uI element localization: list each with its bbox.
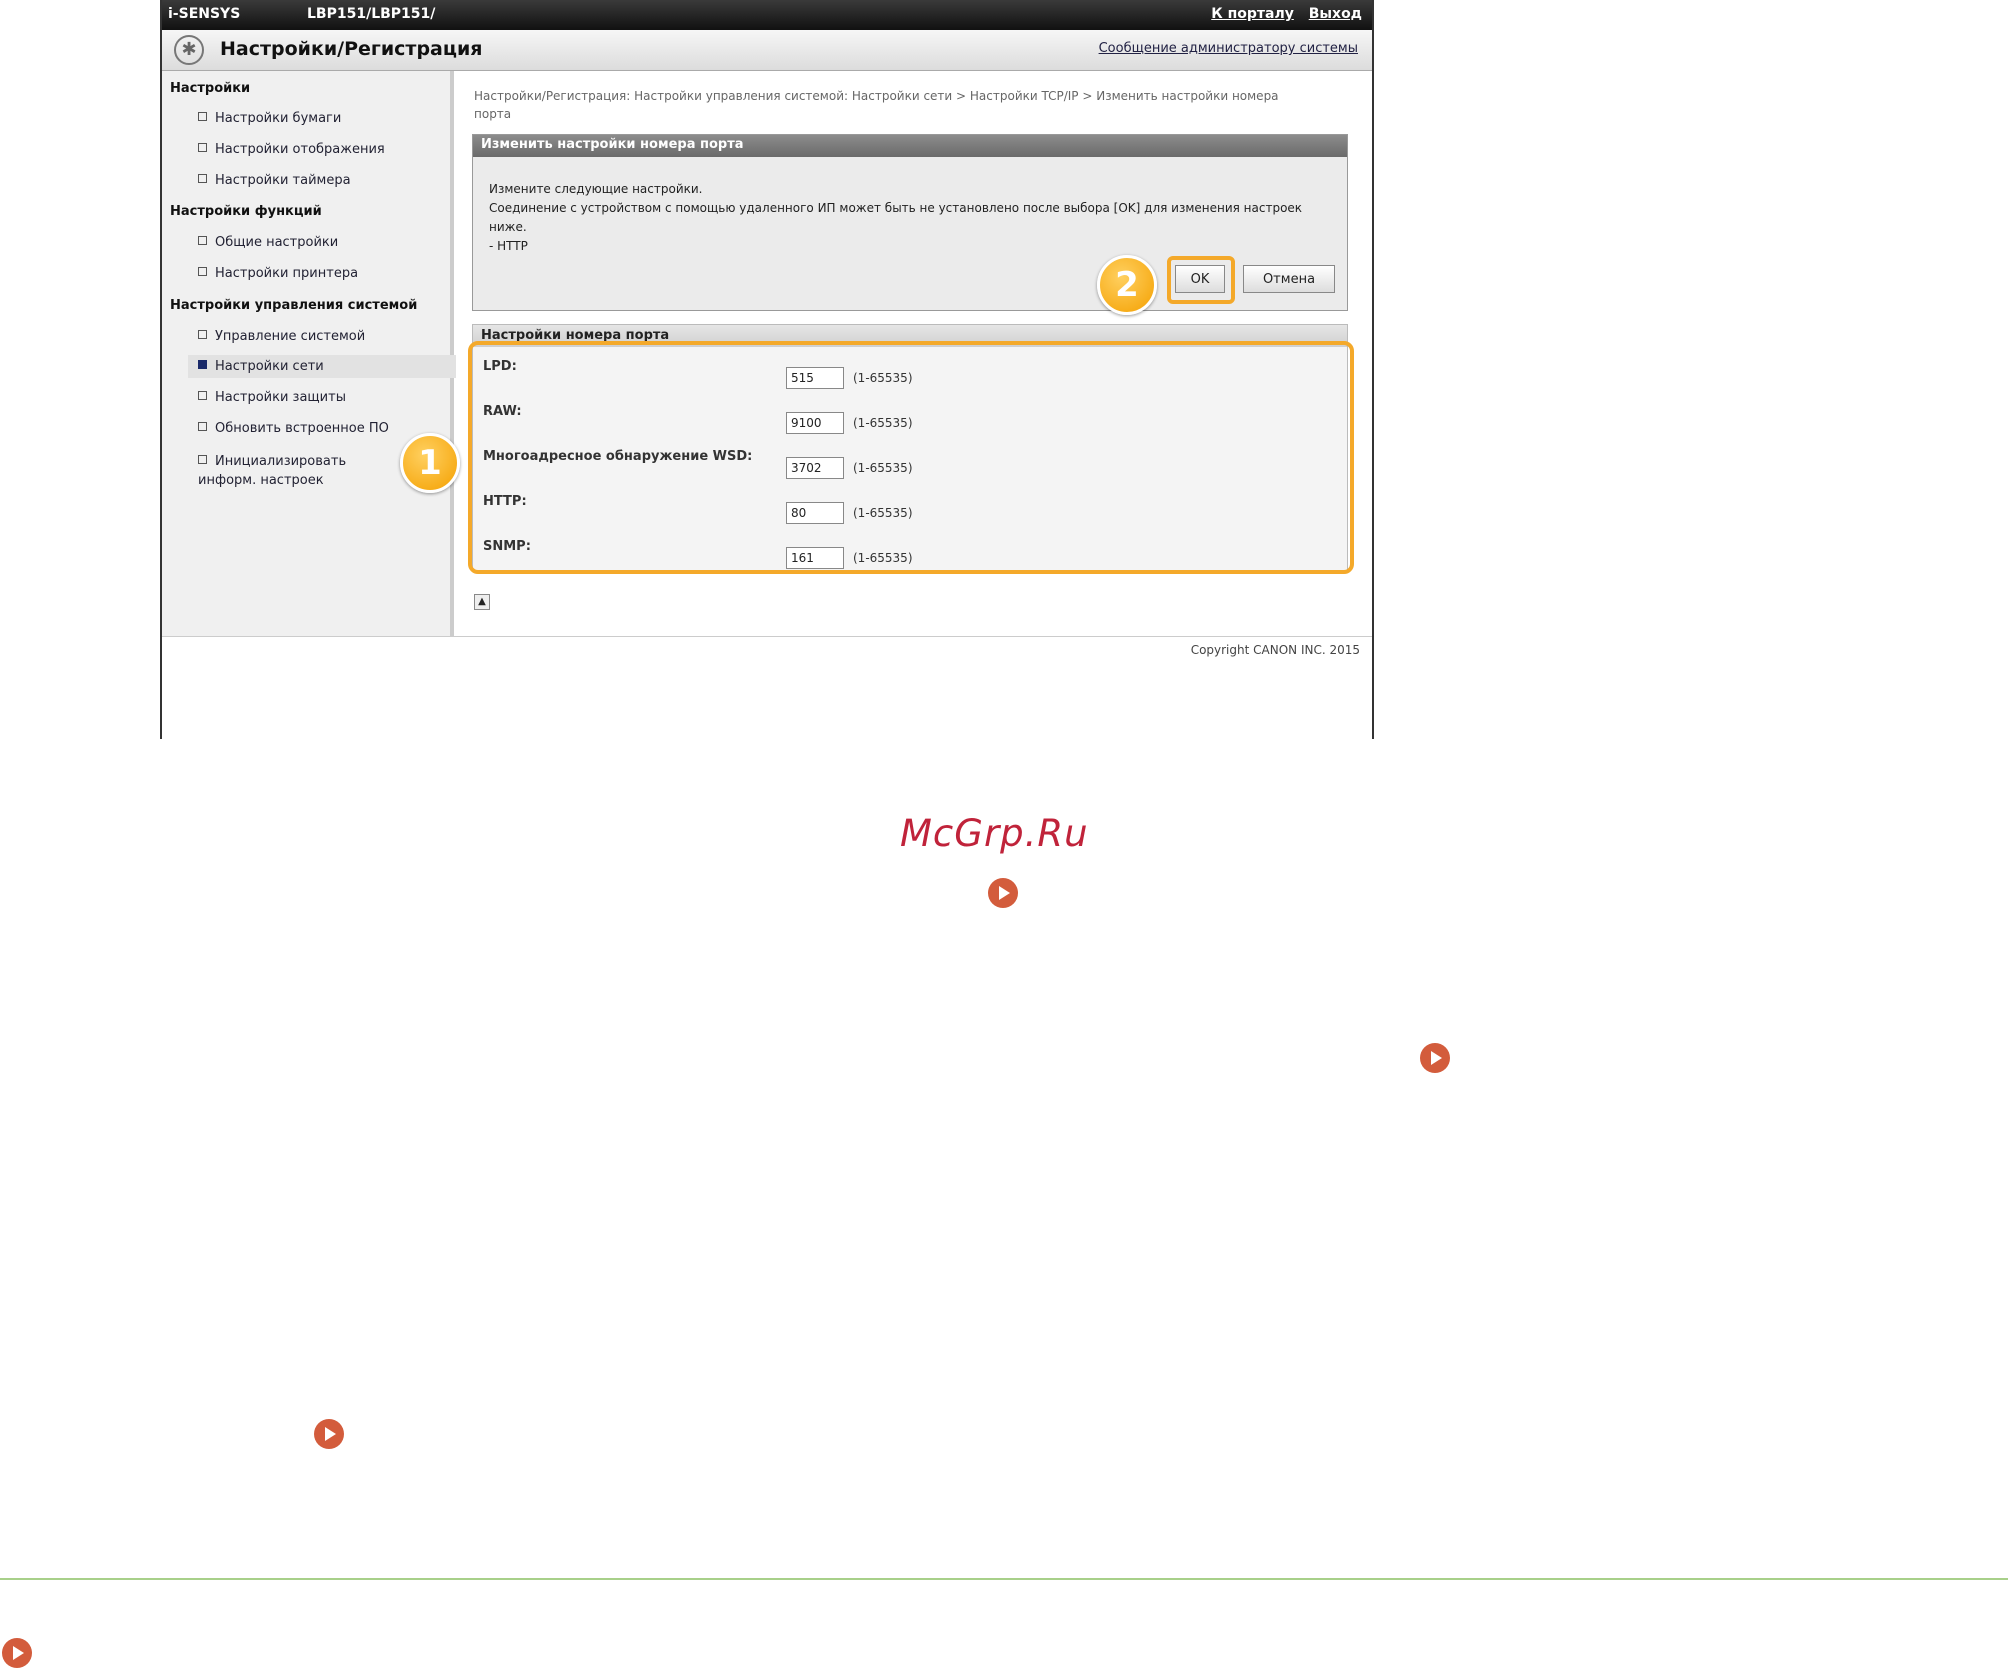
sidebar-item-security[interactable]: Настройки защиты xyxy=(198,390,346,405)
dialog-line-3: - HTTP xyxy=(489,239,528,253)
main-content: Настройки/Регистрация: Настройки управле… xyxy=(458,71,1372,636)
logout-link[interactable]: Выход xyxy=(1309,6,1362,22)
dialog-message: Измените следующие настройки. Соединение… xyxy=(489,180,1329,256)
bullet-icon xyxy=(198,455,207,464)
title-bar: ✱ Настройки/Регистрация Сообщение админи… xyxy=(162,30,1372,71)
bullet-icon xyxy=(198,143,207,152)
dialog-line-2: Соединение с устройством с помощью удале… xyxy=(489,201,1303,234)
sidebar-item-network[interactable]: Настройки сети xyxy=(188,355,456,378)
bullet-icon xyxy=(198,330,207,339)
change-port-dialog: Изменить настройки номера порта Измените… xyxy=(472,134,1348,311)
sidebar-item-general[interactable]: Общие настройки xyxy=(198,235,338,250)
bullet-icon xyxy=(198,360,207,369)
copyright: Copyright CANON INC. 2015 xyxy=(1190,643,1360,657)
play-arrow-icon[interactable] xyxy=(314,1419,344,1449)
sidebar-item-initialize[interactable]: Инициализировать информ. настроек xyxy=(198,452,398,490)
top-bar: i-SENSYS LBP151/LBP151/ К порталу Выход xyxy=(162,0,1372,30)
bullet-icon xyxy=(198,174,207,183)
bullet-icon xyxy=(198,236,207,245)
sidebar-section-system[interactable]: Настройки управления системой xyxy=(170,298,417,313)
sidebar-item-timer[interactable]: Настройки таймера xyxy=(198,173,351,188)
screenshot-frame: i-SENSYS LBP151/LBP151/ К порталу Выход … xyxy=(160,0,1374,739)
sidebar-item-firmware[interactable]: Обновить встроенное ПО xyxy=(198,421,389,436)
sidebar: Настройки Настройки бумаги Настройки ото… xyxy=(162,71,456,636)
breadcrumb: Настройки/Регистрация: Настройки управле… xyxy=(474,89,1279,121)
sidebar-section-settings[interactable]: Настройки xyxy=(170,81,250,96)
dialog-line-1: Измените следующие настройки. xyxy=(489,182,703,196)
play-arrow-icon[interactable] xyxy=(2,1638,32,1668)
top-links: К порталу Выход xyxy=(1201,6,1362,22)
gear-icon: ✱ xyxy=(174,35,204,65)
bullet-icon xyxy=(198,112,207,121)
sidebar-item-display[interactable]: Настройки отображения xyxy=(198,142,385,157)
sidebar-item-printer[interactable]: Настройки принтера xyxy=(198,266,358,281)
scroll-top-icon[interactable]: ▲ xyxy=(474,594,490,610)
play-arrow-icon[interactable] xyxy=(1420,1043,1450,1073)
sidebar-section-functions[interactable]: Настройки функций xyxy=(170,204,322,219)
page-divider xyxy=(0,1578,2008,1580)
ports-highlight-frame xyxy=(468,341,1354,574)
bullet-icon xyxy=(198,391,207,400)
cancel-button[interactable]: Отмена xyxy=(1243,265,1335,293)
bullet-icon xyxy=(198,422,207,431)
ok-button[interactable]: OK xyxy=(1175,265,1225,293)
model-name: LBP151/LBP151/ xyxy=(307,6,436,22)
portal-link[interactable]: К порталу xyxy=(1211,6,1294,22)
admin-message-link[interactable]: Сообщение администратору системы xyxy=(1099,41,1358,56)
step-2-callout: 2 xyxy=(1097,255,1157,315)
footer: Copyright CANON INC. 2015 xyxy=(162,636,1372,739)
dialog-title: Изменить настройки номера порта xyxy=(473,135,1347,157)
watermark: McGrp.Ru xyxy=(900,812,1089,855)
play-arrow-icon[interactable] xyxy=(988,878,1018,908)
step-1-callout: 1 xyxy=(400,433,460,493)
page-title: Настройки/Регистрация xyxy=(220,38,483,60)
sidebar-item-paper[interactable]: Настройки бумаги xyxy=(198,111,341,126)
brand-logo: i-SENSYS xyxy=(168,6,241,22)
sidebar-item-system-management[interactable]: Управление системой xyxy=(198,329,365,344)
bullet-icon xyxy=(198,267,207,276)
